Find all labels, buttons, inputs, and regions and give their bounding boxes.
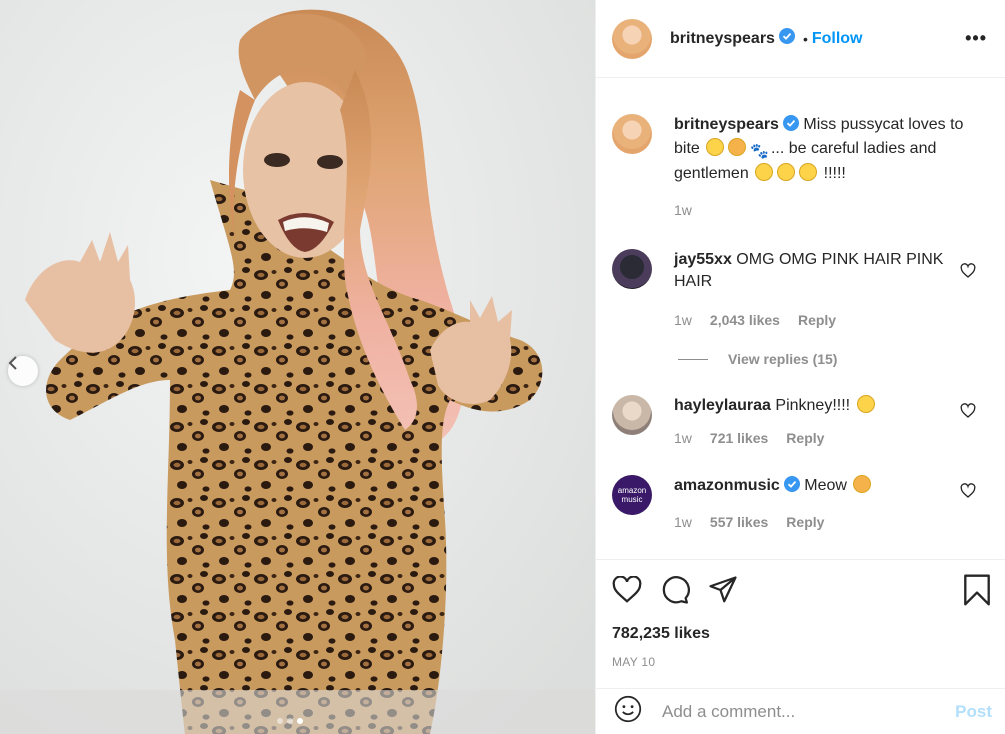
comment-username[interactable]: jay55xx xyxy=(674,251,732,268)
post-actions: 782,235 likes MAY 10 xyxy=(596,559,1005,669)
comment-row: amazon music amazonmusic Meow 1w 557 lik… xyxy=(596,475,1005,533)
verified-icon xyxy=(778,28,795,49)
tongue-emoji-icon xyxy=(755,163,774,181)
comment-icon[interactable] xyxy=(660,575,690,610)
tongue-emoji-icon xyxy=(799,163,818,181)
likes-count[interactable]: 782,235 likes xyxy=(612,625,990,643)
avatar-text: music xyxy=(621,495,643,504)
follow-button[interactable]: Follow xyxy=(812,30,863,48)
reply-button[interactable]: Reply xyxy=(798,309,836,331)
comment-username[interactable]: hayleylauraa xyxy=(674,397,771,414)
tongue-emoji-icon xyxy=(777,163,796,181)
caption-row: britneyspears Miss pussycat loves to bit… xyxy=(596,114,1005,221)
view-replies-label: View replies (15) xyxy=(728,351,838,367)
comment-meta: 1w 557 likes Reply xyxy=(674,511,966,533)
comment-text: Meow xyxy=(804,477,847,494)
view-replies-button[interactable]: View replies (15) xyxy=(678,351,1005,367)
post-image[interactable] xyxy=(0,0,595,734)
paw-emoji-icon: 🐾 xyxy=(750,143,769,160)
comment-likes[interactable]: 721 likes xyxy=(710,427,768,449)
heart-eyes-emoji-icon xyxy=(856,395,875,413)
post-header: britneyspears • Follow ••• xyxy=(596,0,1005,78)
commenter-avatar[interactable] xyxy=(612,395,652,435)
verified-icon xyxy=(783,476,800,499)
view-replies-line xyxy=(678,358,708,360)
comment-time[interactable]: 1w xyxy=(674,427,692,449)
comment-like-heart-icon[interactable] xyxy=(960,263,976,284)
more-options-icon[interactable]: ••• xyxy=(965,28,987,49)
post-date[interactable]: MAY 10 xyxy=(612,655,990,669)
reply-button[interactable]: Reply xyxy=(786,511,824,533)
comment-body: hayleylauraa Pinkney!!!! 1w 721 likes Re… xyxy=(674,395,966,449)
commenter-avatar[interactable] xyxy=(612,249,652,289)
caption-body: britneyspears Miss pussycat loves to bit… xyxy=(674,114,966,221)
comment-username[interactable]: amazonmusic xyxy=(674,477,780,494)
comment-time[interactable]: 1w xyxy=(674,511,692,533)
comment-composer: Post xyxy=(596,688,1005,734)
comment-text: Pinkney!!!! xyxy=(775,397,851,414)
cat-emoji-icon xyxy=(728,138,747,156)
post-comment-button[interactable]: Post xyxy=(955,702,992,722)
comment-row: jay55xx OMG OMG PINK HAIR PINK HAIR 1w 2… xyxy=(596,249,1005,331)
comment-likes[interactable]: 557 likes xyxy=(710,511,768,533)
comment-body: jay55xx OMG OMG PINK HAIR PINK HAIR 1w 2… xyxy=(674,249,966,331)
carousel-dot xyxy=(277,718,283,724)
comments-list[interactable]: britneyspears Miss pussycat loves to bit… xyxy=(596,78,1005,559)
avatar-text: amazon xyxy=(617,486,647,495)
comment-time[interactable]: 1w xyxy=(674,309,692,331)
comment-meta: 1w 2,043 likes Reply xyxy=(674,309,966,331)
carousel-dot xyxy=(287,718,293,724)
comment-like-heart-icon[interactable] xyxy=(960,483,976,504)
post-side-panel: britneyspears • Follow ••• britneyspears… xyxy=(595,0,1005,734)
caption-meta: 1w xyxy=(674,199,966,221)
comment-likes[interactable]: 2,043 likes xyxy=(710,309,780,331)
caption-tail: !!!!! xyxy=(823,165,846,182)
caption-username[interactable]: britneyspears xyxy=(674,116,779,133)
author-avatar[interactable] xyxy=(612,18,652,59)
comment-input[interactable] xyxy=(662,701,956,722)
previous-slide-button[interactable] xyxy=(8,356,38,386)
comment-like-heart-icon[interactable] xyxy=(960,403,976,424)
follow-separator: • xyxy=(802,30,808,47)
share-icon[interactable] xyxy=(708,576,738,609)
cat-emoji-icon xyxy=(853,475,872,493)
reply-button[interactable]: Reply xyxy=(786,427,824,449)
action-bar xyxy=(612,574,990,611)
caption-time[interactable]: 1w xyxy=(674,199,692,221)
commenter-avatar[interactable]: amazon music xyxy=(612,475,652,515)
grimace-emoji-icon xyxy=(706,138,725,156)
photo-illustration xyxy=(0,0,595,734)
comment-meta: 1w 721 likes Reply xyxy=(674,427,966,449)
heart-icon[interactable] xyxy=(612,575,642,609)
carousel-indicator xyxy=(277,718,303,724)
carousel-dot-active xyxy=(297,718,303,724)
post-view: britneyspears • Follow ••• britneyspears… xyxy=(0,0,1005,734)
comment-body: amazonmusic Meow 1w 557 likes Reply xyxy=(674,475,966,533)
author-avatar[interactable] xyxy=(612,114,652,154)
author-username[interactable]: britneyspears xyxy=(670,30,775,48)
emoji-icon[interactable] xyxy=(614,695,642,728)
bookmark-icon[interactable] xyxy=(964,574,990,611)
comment-row: hayleylauraa Pinkney!!!! 1w 721 likes Re… xyxy=(596,395,1005,449)
verified-icon xyxy=(782,115,799,138)
